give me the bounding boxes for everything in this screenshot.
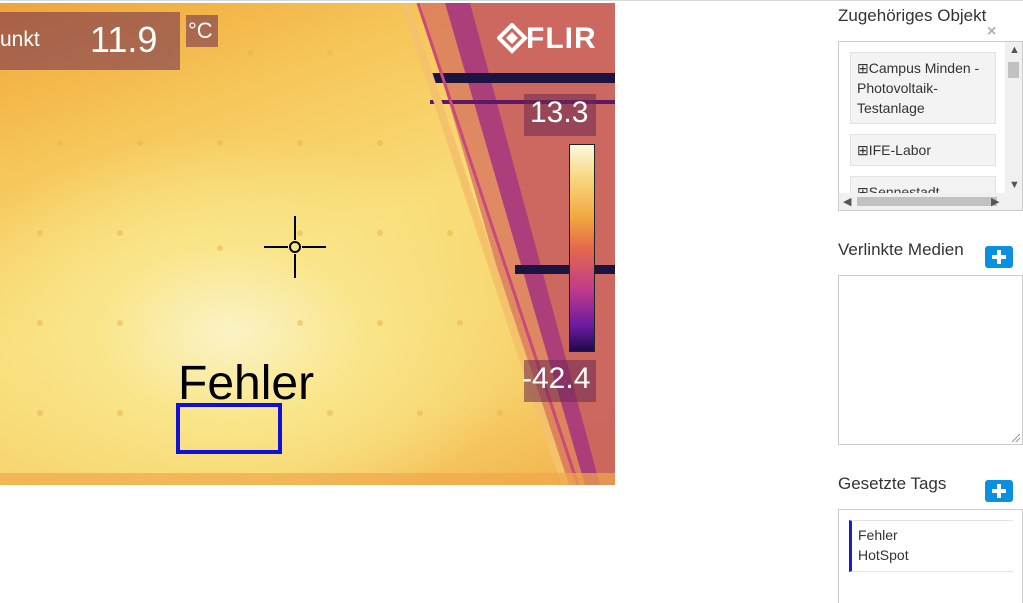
related-object-title: Zugehöriges Objekt bbox=[838, 6, 987, 25]
scale-min-value: -42.4 bbox=[522, 362, 591, 395]
horizontal-scrollbar[interactable]: ◀ ▶ bbox=[839, 193, 1022, 210]
spot-meter-value: 11.9 bbox=[90, 19, 158, 60]
list-item[interactable]: ⊞IFE-Labor bbox=[850, 134, 996, 166]
annotation-box[interactable] bbox=[176, 403, 282, 454]
scrollbar-thumb[interactable] bbox=[1008, 62, 1019, 78]
scroll-right-icon[interactable]: ▶ bbox=[991, 195, 999, 208]
list-item-label: ⊞IFE-Labor bbox=[857, 142, 931, 158]
tag-label: Fehler bbox=[858, 527, 898, 543]
add-tag-button[interactable] bbox=[985, 480, 1013, 502]
resize-handle-icon[interactable] bbox=[1012, 434, 1020, 442]
vertical-scrollbar[interactable]: ▲ ▼ bbox=[1005, 42, 1022, 195]
add-media-button[interactable] bbox=[985, 246, 1013, 268]
list-item-label: ⊞Campus Minden - Photovoltaik-Testanlage bbox=[857, 60, 980, 116]
tags-area: Fehler HotSpot bbox=[838, 509, 1023, 603]
crosshair-icon bbox=[264, 216, 326, 278]
linked-media-title: Verlinkte Medien bbox=[838, 240, 964, 259]
scale-max-value: 13.3 bbox=[530, 96, 589, 129]
spot-meter-label: unkt bbox=[0, 28, 40, 51]
linked-media-area[interactable] bbox=[838, 275, 1023, 445]
color-scale-bar bbox=[569, 144, 595, 352]
tag-entry[interactable]: Fehler HotSpot bbox=[849, 520, 1013, 572]
flir-logo-text: FLIR bbox=[526, 22, 597, 55]
related-object-list[interactable]: ⊞Campus Minden - Photovoltaik-Testanlage… bbox=[838, 41, 1023, 211]
close-icon[interactable]: × bbox=[987, 23, 996, 41]
scroll-up-icon[interactable]: ▲ bbox=[1009, 44, 1020, 56]
tags-title: Gesetzte Tags bbox=[838, 474, 947, 493]
top-divider bbox=[0, 0, 1023, 1]
temperature-unit: °C bbox=[188, 18, 213, 43]
thermal-scene bbox=[0, 3, 615, 485]
thermal-image[interactable]: unkt 11.9 °C FLIR 13.3 -42.4 Fehler bbox=[0, 3, 615, 485]
scrollbar-thumb[interactable] bbox=[857, 197, 997, 206]
scroll-left-icon[interactable]: ◀ bbox=[843, 195, 851, 208]
list-item[interactable]: ⊞Campus Minden - Photovoltaik-Testanlage bbox=[850, 52, 996, 124]
tag-label: HotSpot bbox=[858, 547, 909, 563]
scroll-down-icon[interactable]: ▼ bbox=[1009, 179, 1020, 191]
